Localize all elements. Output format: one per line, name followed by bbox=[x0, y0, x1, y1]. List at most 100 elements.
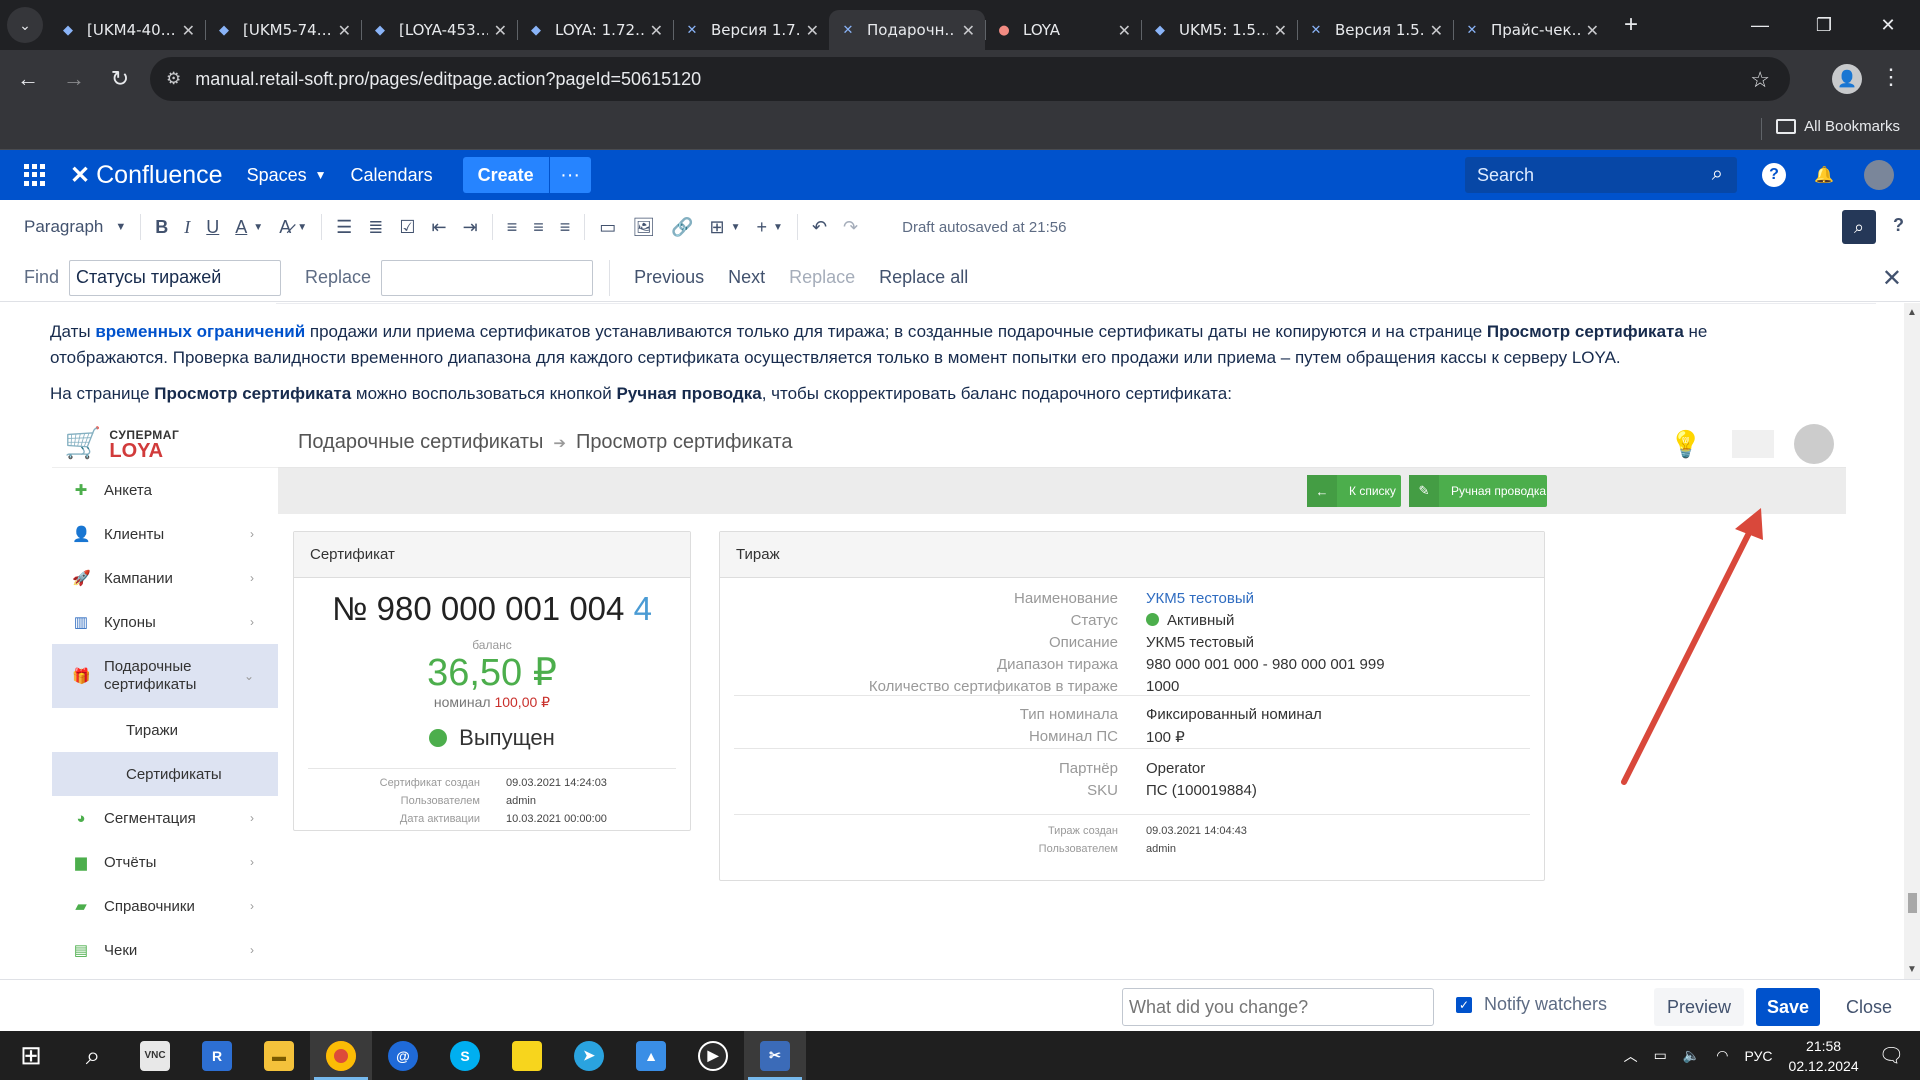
site-info-icon[interactable]: ⚙ bbox=[166, 69, 181, 89]
time-limits-link[interactable]: временных ограничений bbox=[95, 322, 305, 341]
close-tab-icon[interactable]: ✕ bbox=[494, 21, 507, 40]
align-left-icon[interactable]: ≡ bbox=[499, 207, 526, 247]
chrome-icon[interactable] bbox=[310, 1031, 372, 1080]
new-tab-button[interactable]: + bbox=[1613, 7, 1649, 43]
close-window-icon[interactable]: ✕ bbox=[1856, 0, 1920, 50]
browser-tab[interactable]: ◆ LOYA: 1.72… ✕ bbox=[517, 10, 673, 50]
skype-icon[interactable]: S bbox=[434, 1031, 496, 1080]
notifications-icon[interactable]: 🔔 bbox=[1812, 163, 1836, 187]
browser-tab[interactable]: ✕ Версия 1.7… ✕ bbox=[673, 10, 829, 50]
paragraph-style-select[interactable]: Paragraph ▼ bbox=[16, 207, 134, 247]
all-bookmarks-button[interactable]: All Bookmarks bbox=[1776, 118, 1900, 135]
close-tab-icon[interactable]: ✕ bbox=[1118, 21, 1131, 40]
url-field[interactable]: ⚙ manual.retail-soft.pro/pages/editpage.… bbox=[150, 57, 1790, 101]
task-list-icon[interactable]: ☑ bbox=[391, 207, 423, 247]
close-tab-icon[interactable]: ✕ bbox=[1274, 21, 1287, 40]
windows-start-icon[interactable]: ⊞ bbox=[0, 1031, 62, 1080]
volume-icon[interactable]: 🔈 bbox=[1683, 1047, 1700, 1064]
bullet-list-icon[interactable]: ☰ bbox=[328, 207, 360, 247]
calendars-link[interactable]: Calendars bbox=[351, 165, 433, 186]
table-icon[interactable]: ⊞ ▼ bbox=[702, 207, 749, 247]
align-right-icon[interactable]: ≡ bbox=[552, 207, 579, 247]
outdent-icon[interactable]: ⇤ bbox=[424, 207, 455, 247]
scroll-up-icon[interactable]: ▲ bbox=[1907, 307, 1917, 318]
replace-input[interactable] bbox=[381, 259, 594, 296]
next-button[interactable]: Next bbox=[728, 267, 765, 288]
browser-tab[interactable]: ◆ [UKM4-40… ✕ bbox=[49, 10, 205, 50]
bold-icon[interactable]: B bbox=[147, 207, 176, 247]
telegram-icon[interactable]: ➤ bbox=[558, 1031, 620, 1080]
close-tab-icon[interactable]: ✕ bbox=[338, 21, 351, 40]
keyboard-help-icon[interactable]: ? bbox=[1893, 215, 1904, 236]
battery-icon[interactable]: ▭ bbox=[1654, 1047, 1667, 1064]
browser-tab[interactable]: ◆ UKM5: 1.5… ✕ bbox=[1141, 10, 1297, 50]
scroll-down-icon[interactable]: ▼ bbox=[1907, 964, 1917, 975]
language-indicator[interactable]: РУС bbox=[1744, 1048, 1772, 1064]
help-icon[interactable]: ? bbox=[1762, 163, 1786, 187]
snipping-tool-icon[interactable]: ✂ bbox=[744, 1031, 806, 1080]
remote-desktop-icon[interactable]: R bbox=[186, 1031, 248, 1080]
text-color-icon[interactable]: A ▼ bbox=[227, 207, 271, 247]
browser-tab[interactable]: ◆ [UKM5-74… ✕ bbox=[205, 10, 361, 50]
tray-expand-icon[interactable]: ︿ bbox=[1624, 1046, 1638, 1066]
close-tab-icon[interactable]: ✕ bbox=[962, 21, 975, 40]
browser-tab[interactable]: ✕ Подарочн… ✕ bbox=[829, 10, 985, 50]
taskbar-search-icon[interactable]: ⌕ bbox=[62, 1031, 124, 1080]
minimize-icon[interactable]: — bbox=[1728, 0, 1792, 50]
find-replace-icon[interactable]: ⌕ bbox=[1842, 210, 1876, 244]
save-button[interactable]: Save bbox=[1756, 988, 1820, 1026]
undo-icon[interactable]: ↶ bbox=[804, 207, 835, 247]
back-icon[interactable]: ← bbox=[10, 61, 46, 97]
clock[interactable]: 21:58 02.12.2024 bbox=[1789, 1036, 1859, 1076]
indent-icon[interactable]: ⇥ bbox=[455, 207, 486, 247]
align-center-icon[interactable]: ≡ bbox=[525, 207, 552, 247]
close-button[interactable]: Close bbox=[1832, 988, 1906, 1026]
embedded-screenshot[interactable]: 🛒 СУПЕРМАГ LOYA ✚ Анкета 👤 Клиенты › 🚀 Кампани… bbox=[52, 418, 1846, 979]
thunderbird-icon[interactable]: @ bbox=[372, 1031, 434, 1080]
previous-button[interactable]: Previous bbox=[634, 267, 704, 288]
replace-button[interactable]: Replace bbox=[789, 267, 855, 288]
link-icon[interactable]: 🔗 bbox=[663, 207, 701, 247]
reload-icon[interactable]: ↻ bbox=[102, 61, 138, 97]
profile-icon[interactable]: 👤 bbox=[1832, 64, 1862, 94]
spaces-menu[interactable]: Spaces ▼ bbox=[247, 165, 327, 186]
bookmark-star-icon[interactable]: ☆ bbox=[1750, 67, 1770, 93]
vnc-viewer-icon[interactable]: VNC bbox=[124, 1031, 186, 1080]
notify-watchers-checkbox[interactable]: ✓ Notify watchers bbox=[1456, 994, 1607, 1015]
replace-all-button[interactable]: Replace all bbox=[879, 267, 968, 288]
browser-tab[interactable]: ◆ [LOYA-453… ✕ bbox=[361, 10, 517, 50]
create-more-button[interactable]: ··· bbox=[548, 157, 591, 193]
network-icon[interactable]: ◠ bbox=[1716, 1047, 1728, 1064]
italic-icon[interactable]: I bbox=[176, 207, 198, 247]
browser-tab[interactable]: ✕ Прайс-чек… ✕ bbox=[1453, 10, 1609, 50]
close-tab-icon[interactable]: ✕ bbox=[1430, 21, 1443, 40]
scrollbar-thumb[interactable] bbox=[1908, 893, 1917, 913]
vertical-scrollbar[interactable]: ▲ ▼ bbox=[1904, 303, 1920, 979]
app-switcher-icon[interactable] bbox=[24, 164, 46, 186]
avatar[interactable] bbox=[1864, 160, 1894, 190]
file-explorer-icon[interactable]: ▬ bbox=[248, 1031, 310, 1080]
notification-center-icon[interactable]: 🗨 bbox=[1879, 1043, 1904, 1068]
close-tab-icon[interactable]: ✕ bbox=[650, 21, 663, 40]
insert-more-icon[interactable]: + ▼ bbox=[749, 207, 791, 247]
change-comment-input[interactable] bbox=[1122, 988, 1434, 1026]
restore-icon[interactable]: ❐ bbox=[1792, 0, 1856, 50]
browser-menu-icon[interactable]: ⋮ bbox=[1880, 64, 1902, 90]
formatting-icon[interactable]: A̷ ▼ bbox=[271, 207, 315, 247]
close-tab-icon[interactable]: ✕ bbox=[806, 21, 819, 40]
create-button[interactable]: Create bbox=[462, 157, 549, 193]
sticky-notes-icon[interactable] bbox=[496, 1031, 558, 1080]
find-input[interactable] bbox=[69, 259, 282, 296]
page-layout-icon[interactable]: ▭ bbox=[591, 207, 624, 247]
preview-button[interactable]: Preview bbox=[1654, 988, 1744, 1026]
search-input[interactable]: Search ⌕ bbox=[1465, 157, 1737, 193]
close-tab-icon[interactable]: ✕ bbox=[1586, 21, 1599, 40]
close-tab-icon[interactable]: ✕ bbox=[182, 21, 195, 40]
browser-tab[interactable]: ● LOYA ✕ bbox=[985, 10, 1141, 50]
forward-icon[interactable]: → bbox=[56, 61, 92, 97]
browser-tab[interactable]: ✕ Версия 1.5… ✕ bbox=[1297, 10, 1453, 50]
photos-icon[interactable]: ▲ bbox=[620, 1031, 682, 1080]
editor-content[interactable]: Даты временных ограничений продажи или п… bbox=[0, 303, 1904, 979]
confluence-logo[interactable]: ✕ Confluence bbox=[70, 161, 223, 190]
close-findbar-icon[interactable]: ✕ bbox=[1882, 264, 1902, 293]
